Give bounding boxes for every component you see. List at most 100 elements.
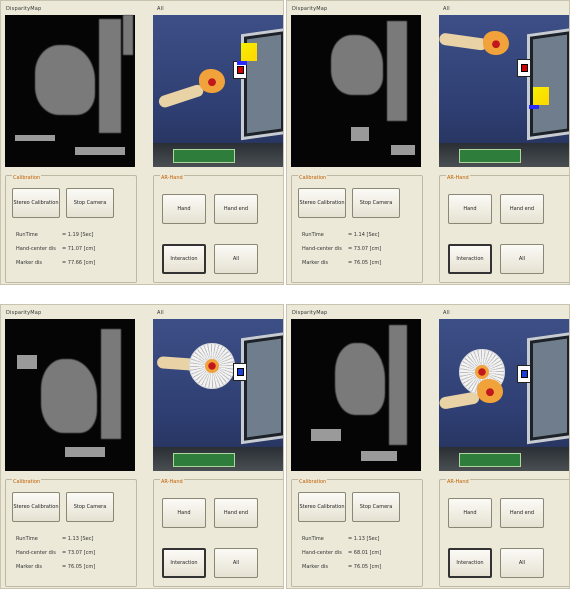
calibration-group: Calibration Stereo Calibration Stop Came… bbox=[291, 479, 423, 587]
virtual-fan bbox=[189, 343, 235, 389]
arm-shape bbox=[438, 32, 488, 51]
ar-hand-group-title: AR-Hand bbox=[160, 479, 184, 485]
marker-distance-label: Marker dis bbox=[16, 564, 43, 570]
desk-shape bbox=[439, 447, 569, 471]
runtime-value: = 1.13 [Sec] bbox=[348, 536, 380, 542]
hand-center-distance-value: = 68.01 [cm] bbox=[348, 550, 382, 556]
app-window: DisparityMap All Calibration Stereo Cali… bbox=[0, 304, 284, 589]
depth-noise bbox=[17, 355, 37, 369]
marker-distance-row: Marker dis = 76.05 [cm] bbox=[302, 564, 402, 572]
stop-camera-button[interactable]: Stop Camera bbox=[352, 492, 400, 522]
calibration-group-title: Calibration bbox=[298, 479, 328, 485]
camera-view bbox=[153, 319, 283, 471]
stop-camera-button[interactable]: Stop Camera bbox=[66, 188, 114, 218]
stereo-calibration-button[interactable]: Stereo Calibration bbox=[298, 188, 346, 218]
depth-blob bbox=[35, 45, 95, 115]
all-button[interactable]: All bbox=[214, 244, 258, 274]
calibration-group: Calibration Stereo Calibration Stop Came… bbox=[5, 479, 137, 587]
hand-center-distance-label: Hand-center dis bbox=[16, 246, 56, 252]
runtime-row: RunTime = 1.13 [Sec] bbox=[302, 536, 402, 544]
depth-blob bbox=[101, 329, 121, 439]
camera-view-title: All bbox=[443, 310, 450, 316]
hand-end-button[interactable]: Hand end bbox=[214, 498, 258, 528]
ar-hand-overlay bbox=[483, 31, 509, 55]
depth-blob bbox=[41, 359, 97, 433]
hand-button[interactable]: Hand bbox=[162, 194, 206, 224]
interaction-button[interactable]: Interaction bbox=[448, 244, 492, 274]
marker-distance-row: Marker dis = 77.66 [cm] bbox=[16, 260, 116, 268]
runtime-label: RunTime bbox=[302, 536, 324, 542]
hand-button[interactable]: Hand bbox=[448, 194, 492, 224]
disparity-map-view bbox=[5, 15, 135, 167]
camera-view-title: All bbox=[157, 310, 164, 316]
hand-end-button[interactable]: Hand end bbox=[214, 194, 258, 224]
marker-distance-value: = 77.66 [cm] bbox=[62, 260, 96, 266]
calibration-group-title: Calibration bbox=[12, 175, 42, 181]
camera-view bbox=[438, 319, 569, 471]
depth-blob bbox=[331, 35, 383, 95]
depth-blob bbox=[335, 343, 385, 415]
hand-center-distance-label: Hand-center dis bbox=[16, 550, 56, 556]
ar-hand-group-title: AR-Hand bbox=[160, 175, 184, 181]
runtime-label: RunTime bbox=[16, 536, 38, 542]
arm-shape bbox=[157, 83, 205, 109]
stereo-calibration-button[interactable]: Stereo Calibration bbox=[298, 492, 346, 522]
disparity-map-title: DisparityMap bbox=[292, 6, 328, 12]
ar-hand-group: AR-Hand Hand Hand end Interaction All bbox=[439, 175, 569, 283]
all-button[interactable]: All bbox=[500, 548, 544, 578]
stop-camera-button[interactable]: Stop Camera bbox=[66, 492, 114, 522]
ar-hand-group: AR-Hand Hand Hand end Interaction All bbox=[439, 479, 569, 587]
depth-noise bbox=[15, 135, 55, 141]
marker-distance-value: = 76.05 [cm] bbox=[348, 564, 382, 570]
runtime-row: RunTime = 1.13 [Sec] bbox=[16, 536, 116, 544]
app-window: DisparityMap All Calibration Stereo Cali… bbox=[286, 304, 570, 589]
hand-center-distance-label: Hand-center dis bbox=[302, 550, 342, 556]
depth-blob bbox=[387, 21, 407, 121]
all-button[interactable]: All bbox=[500, 244, 544, 274]
depth-noise bbox=[65, 447, 105, 457]
hand-button[interactable]: Hand bbox=[448, 498, 492, 528]
runtime-value: = 1.13 [Sec] bbox=[62, 536, 94, 542]
calibration-group-title: Calibration bbox=[298, 175, 328, 181]
marker-distance-value: = 76.05 [cm] bbox=[62, 564, 96, 570]
marker-distance-label: Marker dis bbox=[302, 564, 329, 570]
disparity-map-view bbox=[291, 319, 421, 471]
hand-center-distance-row: Hand-center dis = 71.07 [cm] bbox=[16, 246, 116, 254]
interaction-button[interactable]: Interaction bbox=[162, 548, 206, 578]
ar-hand-group-title: AR-Hand bbox=[446, 479, 470, 485]
depth-blob bbox=[389, 325, 407, 445]
calibration-group: Calibration Stereo Calibration Stop Came… bbox=[291, 175, 423, 283]
marker-distance-row: Marker dis = 76.05 [cm] bbox=[16, 564, 116, 572]
hand-center-distance-row: Hand-center dis = 73.07 [cm] bbox=[16, 550, 116, 558]
depth-blob bbox=[99, 19, 121, 133]
camera-view-title: All bbox=[157, 6, 164, 12]
hand-button[interactable]: Hand bbox=[162, 498, 206, 528]
runtime-label: RunTime bbox=[16, 232, 38, 238]
ar-hand-group-title: AR-Hand bbox=[446, 175, 470, 181]
interaction-button[interactable]: Interaction bbox=[162, 244, 206, 274]
hand-center-distance-label: Hand-center dis bbox=[302, 246, 342, 252]
ar-marker bbox=[517, 59, 531, 77]
camera-view-title: All bbox=[443, 6, 450, 12]
stereo-calibration-button[interactable]: Stereo Calibration bbox=[12, 492, 60, 522]
depth-noise bbox=[311, 429, 341, 441]
marker-distance-value: = 76.05 [cm] bbox=[348, 260, 382, 266]
desk-shape bbox=[153, 143, 283, 167]
runtime-row: RunTime = 1.19 [Sec] bbox=[16, 232, 116, 240]
interaction-button[interactable]: Interaction bbox=[448, 548, 492, 578]
ar-hand-group: AR-Hand Hand Hand end Interaction All bbox=[153, 479, 283, 587]
stop-camera-button[interactable]: Stop Camera bbox=[352, 188, 400, 218]
ar-hand-overlay bbox=[199, 69, 225, 93]
hand-end-button[interactable]: Hand end bbox=[500, 498, 544, 528]
stereo-calibration-button[interactable]: Stereo Calibration bbox=[12, 188, 60, 218]
all-button[interactable]: All bbox=[214, 548, 258, 578]
app-window: DisparityMap All Calibration Stereo Cali… bbox=[286, 0, 570, 285]
hand-center-distance-value: = 71.07 [cm] bbox=[62, 246, 96, 252]
runtime-label: RunTime bbox=[302, 232, 324, 238]
depth-noise bbox=[391, 145, 415, 155]
runtime-value: = 1.19 [Sec] bbox=[62, 232, 94, 238]
app-window: DisparityMap All Calibration Stereo Cali… bbox=[0, 0, 284, 285]
virtual-cube bbox=[529, 87, 549, 109]
depth-noise bbox=[361, 451, 397, 461]
hand-end-button[interactable]: Hand end bbox=[500, 194, 544, 224]
